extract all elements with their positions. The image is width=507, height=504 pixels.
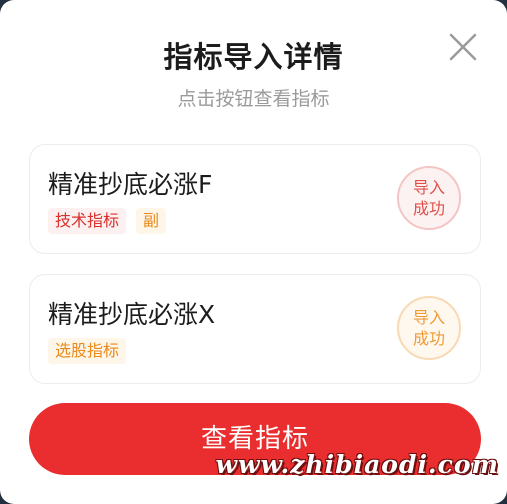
dialog-subtitle: 点击按钮查看指标 bbox=[177, 88, 330, 110]
dialog-title: 指标导入详情 bbox=[163, 40, 344, 74]
stamp-text-line2: 成功 bbox=[412, 329, 445, 348]
indicator-name: 精准抄底必涨X bbox=[48, 300, 216, 329]
stamp-text-line1: 导入 bbox=[412, 308, 445, 327]
indicator-tags: 技术指标 副 bbox=[48, 208, 167, 234]
import-success-stamp: 导入 成功 bbox=[397, 296, 461, 360]
indicator-sub-tag: 副 bbox=[136, 208, 167, 234]
import-success-stamp: 导入 成功 bbox=[397, 166, 461, 230]
close-icon[interactable] bbox=[446, 30, 480, 64]
indicator-tags: 选股指标 bbox=[48, 338, 127, 364]
indicator-type-tag: 技术指标 bbox=[48, 208, 127, 234]
indicator-type-tag: 选股指标 bbox=[48, 338, 127, 364]
stamp-text-line2: 成功 bbox=[412, 199, 445, 218]
import-details-dialog: 指标导入详情 点击按钮查看指标 精准抄底必涨F 技术指标 副 导入 成功 精准抄… bbox=[0, 0, 507, 504]
indicator-card[interactable]: 精准抄底必涨X 选股指标 导入 成功 bbox=[29, 274, 481, 384]
indicator-card[interactable]: 精准抄底必涨F 技术指标 副 导入 成功 bbox=[29, 144, 481, 254]
indicator-name: 精准抄底必涨F bbox=[48, 170, 213, 199]
stamp-text-line1: 导入 bbox=[412, 178, 445, 197]
watermark: www.zhibiaodi.com bbox=[215, 450, 499, 479]
